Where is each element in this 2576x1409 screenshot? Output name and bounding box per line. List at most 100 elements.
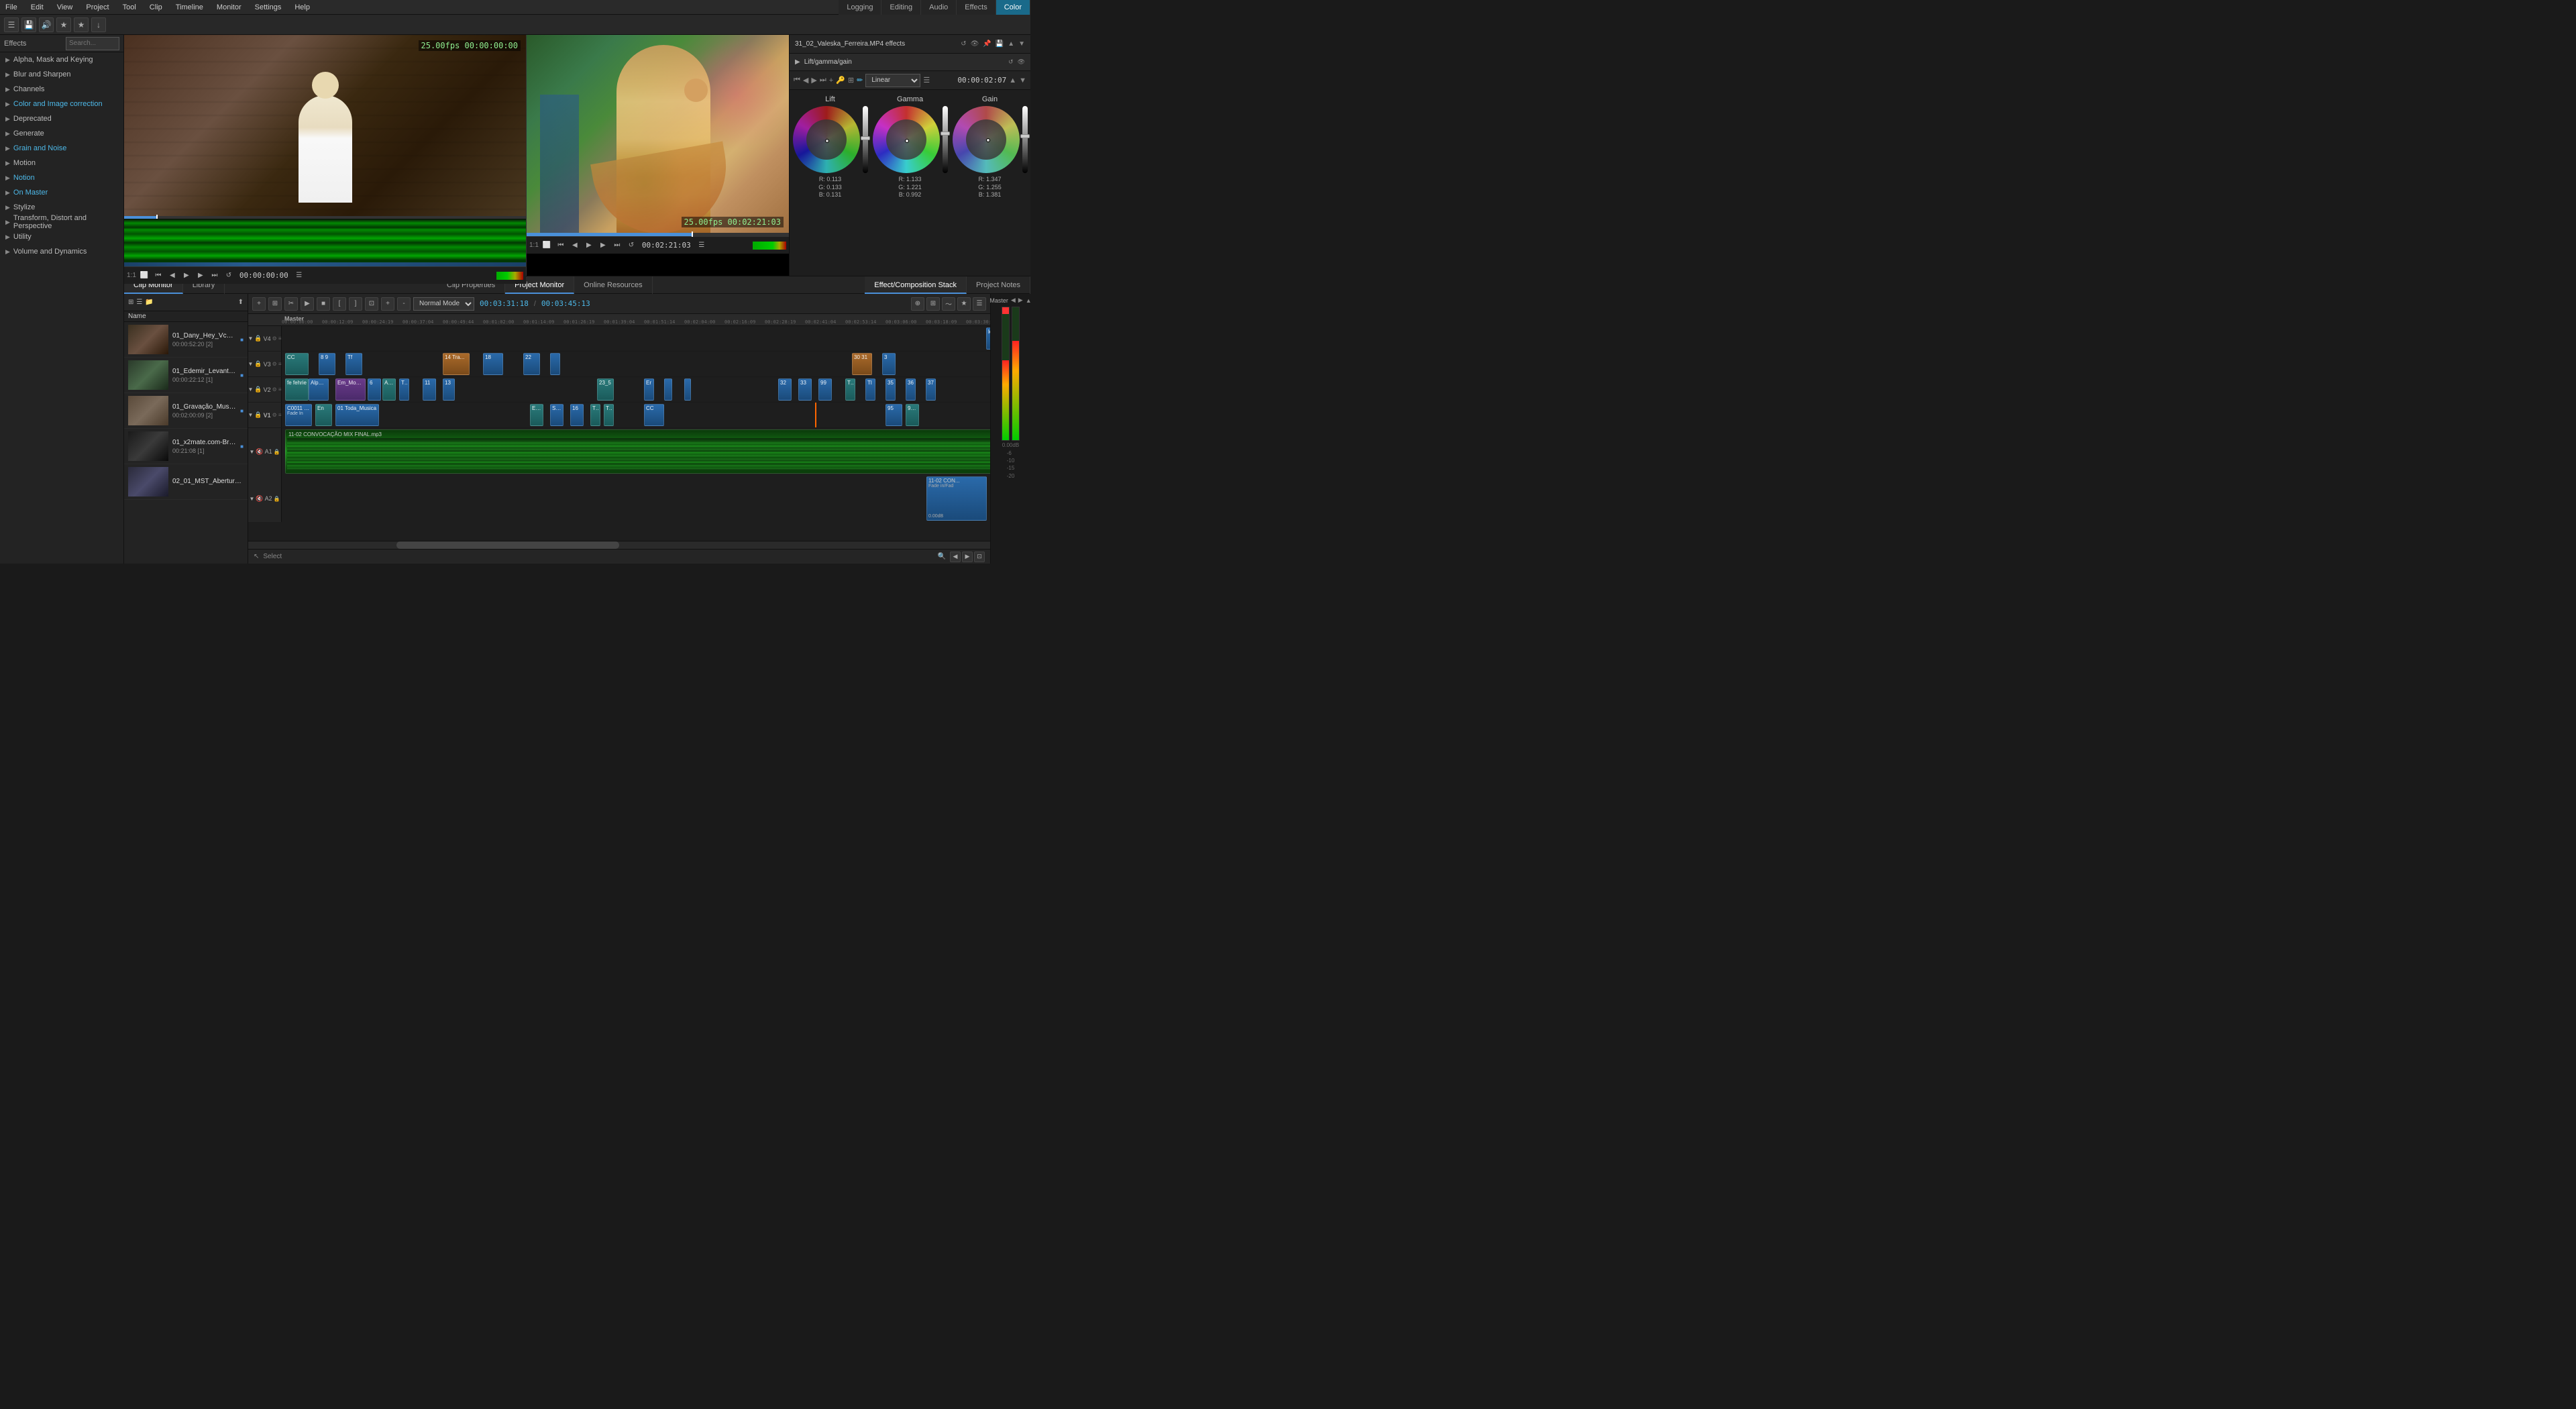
tl-clip-a2-con[interactable]: 11-02 CON... Fade in/Fad 0.00dB	[926, 476, 987, 521]
effect-reset-icon[interactable]: ↺	[1008, 58, 1014, 66]
track-v4-gear[interactable]: ⚙	[272, 335, 277, 342]
tab-color[interactable]: Color	[996, 0, 1030, 15]
vu-expand-btn[interactable]: ▶	[1018, 297, 1023, 304]
tl-clip-v2-36[interactable]: 36	[906, 378, 916, 401]
tl-clip-v1-en[interactable]: En	[315, 404, 332, 426]
tl-add-track-btn[interactable]: +	[252, 297, 266, 311]
status-fwd-btn[interactable]: ▶	[962, 552, 973, 562]
track-v3-mute[interactable]: ≡	[278, 361, 282, 367]
source-loop-btn[interactable]: ↺	[223, 270, 235, 282]
lift-wheel[interactable]	[793, 106, 860, 173]
color-preset-dropdown[interactable]: Linear Logarithmic	[865, 74, 920, 87]
clips-sort-icon[interactable]: ⬆	[238, 299, 244, 306]
gain-slider[interactable]	[1022, 106, 1028, 173]
tl-clip-v3-2[interactable]: 8 9	[319, 353, 335, 375]
track-a2-lock[interactable]: 🔒	[274, 496, 280, 502]
tl-settings-btn[interactable]: ☰	[973, 297, 986, 311]
tl-clip-v1-tra[interactable]: Tra	[590, 404, 600, 426]
tl-clip-v4-log[interactable]: log	[986, 327, 990, 350]
tl-zoom-in-btn[interactable]: +	[381, 297, 394, 311]
effect-channels[interactable]: ▶ Channels	[0, 82, 123, 97]
menu-view[interactable]: View	[54, 3, 76, 11]
menu-project[interactable]: Project	[83, 3, 111, 11]
program-next-btn[interactable]: ▶	[597, 240, 609, 252]
cc-grid[interactable]: ⊞	[848, 76, 854, 85]
tl-clip-v2-alphaselev[interactable]: Alphaselev	[309, 378, 329, 401]
tl-play-btn[interactable]: ▶	[301, 297, 314, 311]
tl-clip-v2-13[interactable]: 13	[443, 378, 455, 401]
cc-step-back[interactable]: ⏮	[794, 76, 800, 85]
tl-clip-v2-33[interactable]: 33	[798, 378, 812, 401]
track-v4-mute[interactable]: ≡	[278, 335, 282, 342]
track-v2-expand[interactable]: ▼	[248, 386, 253, 393]
program-frame-btn[interactable]: ⬜	[541, 240, 553, 252]
track-v4-lock[interactable]: 🔒	[254, 335, 262, 342]
tl-clip-v2-37[interactable]: 37	[926, 378, 936, 401]
tab-online-resources[interactable]: Online Resources	[574, 276, 652, 294]
vu-arrow-btn[interactable]: ▲	[1026, 297, 1032, 304]
color-panel-eye-icon[interactable]: 👁	[971, 40, 979, 48]
effect-grain-noise[interactable]: ▶ Grain and Noise	[0, 141, 123, 156]
program-back-btn[interactable]: ⏮	[555, 240, 567, 252]
effect-deprecated[interactable]: ▶ Deprecated	[0, 111, 123, 126]
track-a1-lock[interactable]: 🔒	[274, 449, 280, 455]
effects-search-input[interactable]	[66, 37, 119, 50]
effect-volume[interactable]: ▶ Volume and Dynamics	[0, 244, 123, 259]
menu-clip[interactable]: Clip	[147, 3, 165, 11]
tab-editing[interactable]: Editing	[881, 0, 921, 15]
tl-stop-btn[interactable]: ■	[317, 297, 330, 311]
tl-clip-v3-6[interactable]: 22	[523, 353, 540, 375]
status-back-btn[interactable]: ◀	[950, 552, 961, 562]
cc-add[interactable]: +	[829, 76, 833, 85]
menu-monitor[interactable]: Monitor	[214, 3, 244, 11]
effect-utility[interactable]: ▶ Utility	[0, 229, 123, 244]
menu-tool[interactable]: Tool	[120, 3, 139, 11]
tl-clip-v2-tl35[interactable]: Tl	[865, 378, 875, 401]
tab-effect-stack[interactable]: Effect/Composition Stack	[865, 276, 967, 294]
timeline-scrollbar[interactable]	[248, 541, 990, 549]
tl-clip-v3-5[interactable]: 18	[483, 353, 503, 375]
vu-collapse-btn[interactable]: ◀	[1011, 297, 1016, 304]
menu-timeline[interactable]: Timeline	[173, 3, 206, 11]
effect-stylize[interactable]: ▶ Stylize	[0, 200, 123, 215]
tl-clip-v1-toda-musica[interactable]: 01 Toda_Musica	[335, 404, 379, 426]
source-menu-btn[interactable]: ☰	[293, 270, 305, 282]
source-prev-btn[interactable]: ◀	[166, 270, 178, 282]
tl-clip-v3-4[interactable]: 14 Tra...	[443, 353, 470, 375]
track-v1-gear[interactable]: ⚙	[272, 412, 277, 418]
tl-clip-v3-9[interactable]: 3	[882, 353, 896, 375]
tl-grid-btn[interactable]: ⊞	[926, 297, 940, 311]
new-button[interactable]: ☰	[4, 17, 19, 32]
tab-effects[interactable]: Effects	[957, 0, 996, 15]
cc-time-dec[interactable]: ▼	[1019, 76, 1026, 85]
vu-bar-left[interactable]	[1002, 307, 1010, 441]
effect-transform[interactable]: ▶ Transform, Distort and Perspective	[0, 215, 123, 229]
track-v3-gear[interactable]: ⚙	[272, 361, 277, 367]
tl-mark-out-btn[interactable]: ]	[349, 297, 362, 311]
tl-clip-v2-32[interactable]: 32	[778, 378, 792, 401]
track-a2-mute-btn[interactable]: 🔇	[256, 495, 263, 503]
track-v3-expand[interactable]: ▼	[248, 361, 253, 367]
track-v1-lock[interactable]: 🔒	[254, 411, 262, 419]
tl-clip-v2-4[interactable]	[684, 378, 691, 401]
export-button[interactable]: ↓	[91, 17, 106, 32]
color-panel-collapse-icon[interactable]: ▲	[1008, 40, 1014, 48]
color-panel-expand-icon[interactable]: ▼	[1018, 40, 1025, 48]
timeline-scrollbar-thumb[interactable]	[396, 541, 619, 549]
tl-zoom-out-btn[interactable]: -	[397, 297, 411, 311]
effect-notion[interactable]: ▶ Notion	[0, 170, 123, 185]
clip-item-3[interactable]: 01_Gravação_Musica_C 00:02:00:09 [2] ■	[124, 393, 248, 429]
effect-blur[interactable]: ▶ Blur and Sharpen	[0, 67, 123, 82]
program-prev-btn[interactable]: ◀	[569, 240, 581, 252]
tl-clip-v2-6[interactable]: 6	[368, 378, 381, 401]
tl-clip-v1-em[interactable]: Em_	[530, 404, 543, 426]
tl-clip-v2-fehrie[interactable]: fe fehrie	[285, 378, 309, 401]
tl-mark-in-btn[interactable]: [	[333, 297, 346, 311]
color-panel-refresh-icon[interactable]: ↺	[961, 40, 966, 48]
track-v3-lock[interactable]: 🔒	[254, 360, 262, 368]
track-a1-expand[interactable]: ▼	[249, 449, 254, 455]
save-button[interactable]: 💾	[21, 17, 36, 32]
tl-clip-v2-er[interactable]: Er	[644, 378, 654, 401]
gamma-wheel[interactable]	[873, 106, 940, 173]
effect-color-correction[interactable]: ▶ Color and Image correction	[0, 97, 123, 111]
